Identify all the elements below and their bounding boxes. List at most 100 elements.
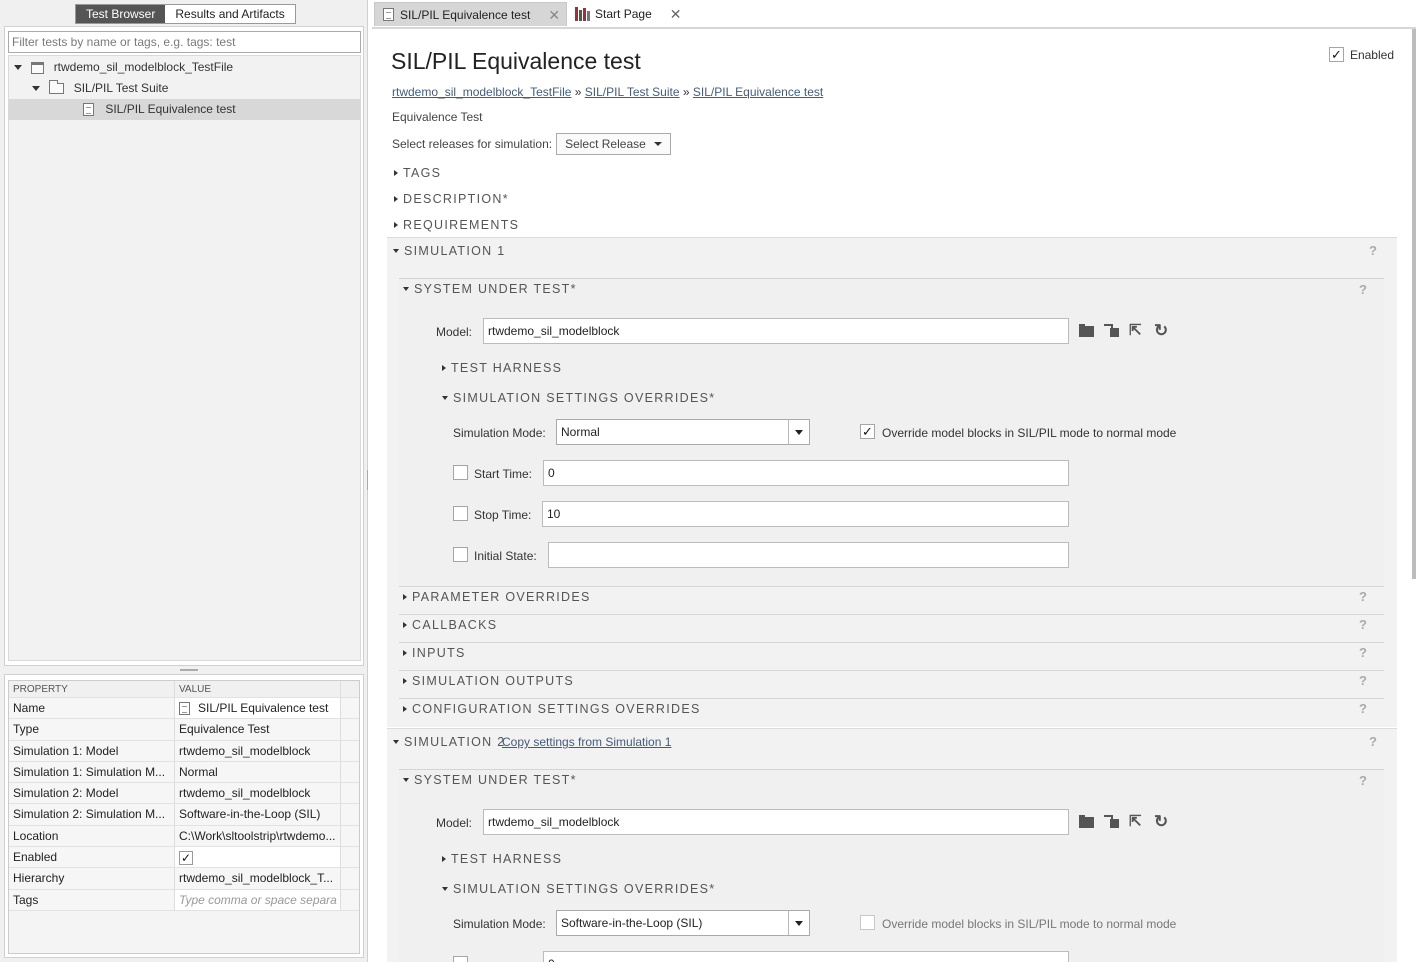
section-label: SYSTEM UNDER TEST* (414, 282, 577, 296)
help-icon[interactable]: ? (1359, 282, 1367, 297)
override-model-blocks-label: Override model blocks in SIL/PIL mode to… (882, 917, 1177, 931)
section-test-harness[interactable]: TEST HARNESS (442, 852, 562, 866)
start-time-label: Start Time: (474, 467, 533, 481)
close-icon[interactable]: ✕ (548, 3, 560, 27)
initial-state-checkbox[interactable] (453, 547, 468, 562)
section-label: SIMULATION 1 (404, 244, 506, 258)
section-label: CONFIGURATION SETTINGS OVERRIDES (412, 702, 701, 716)
section-test-harness[interactable]: TEST HARNESS (442, 361, 562, 375)
folder-icon[interactable] (1079, 814, 1094, 829)
help-icon[interactable]: ? (1359, 701, 1367, 716)
section-simulation-2[interactable]: SIMULATION 2 (393, 735, 506, 749)
model-field[interactable]: rtwdemo_sil_modelblock (483, 809, 1069, 835)
tab-equivalence-test[interactable]: SIL/PIL Equivalence test ✕ (374, 2, 568, 27)
close-icon[interactable]: ✕ (670, 2, 682, 26)
test-tree-panel: rtwdemo_sil_modelblock_TestFile SIL/PIL … (4, 26, 364, 666)
section-tags[interactable]: TAGS (394, 166, 441, 180)
section-simulation-1[interactable]: SIMULATION 1 (393, 244, 506, 258)
refresh-icon[interactable]: ↻ (1154, 813, 1169, 830)
section-label: SIMULATION SETTINGS OVERRIDES* (453, 882, 716, 896)
tab-start-page[interactable]: Start Page ✕ (567, 2, 687, 26)
test-tree: rtwdemo_sil_modelblock_TestFile SIL/PIL … (8, 55, 361, 661)
help-icon[interactable]: ? (1359, 673, 1367, 688)
section-requirements[interactable]: REQUIREMENTS (394, 218, 519, 232)
help-icon[interactable]: ? (1369, 734, 1377, 749)
name-value: SIL/PIL Equivalence test (198, 701, 329, 715)
override-model-blocks-checkbox[interactable]: ✓ (860, 424, 875, 439)
section-parameter-overrides[interactable]: PARAMETER OVERRIDES (403, 590, 591, 604)
property-name: Name (9, 698, 175, 719)
start-time-field[interactable]: 0 (543, 951, 1069, 962)
tags-input[interactable]: Type comma or space separa (175, 889, 341, 910)
test-browser-pane: Test Browser Results and Artifacts rtwde… (0, 0, 368, 962)
model-toolbar: ⇱ ↻ (1079, 322, 1169, 339)
simulation-mode-value: Normal (561, 425, 600, 439)
expand-icon[interactable] (32, 86, 40, 92)
model-field[interactable]: rtwdemo_sil_modelblock (483, 318, 1069, 344)
enabled-checkbox[interactable]: ✓ (179, 850, 193, 865)
enabled-toggle[interactable]: ✓ Enabled (1328, 47, 1394, 62)
help-icon[interactable]: ? (1359, 589, 1367, 604)
filter-input[interactable] (8, 31, 361, 53)
refresh-icon[interactable]: ↻ (1154, 322, 1169, 339)
collapse-icon (442, 887, 448, 891)
section-simulation-outputs[interactable]: SIMULATION OUTPUTS (403, 674, 574, 688)
folder-icon[interactable] (1079, 323, 1094, 338)
tree-item-testfile[interactable]: rtwdemo_sil_modelblock_TestFile (9, 57, 360, 78)
open-model-icon[interactable]: ⇱ (1129, 323, 1144, 338)
create-harness-icon[interactable] (1104, 323, 1119, 338)
model-label: Model: (436, 325, 473, 339)
help-icon[interactable]: ? (1359, 773, 1367, 788)
enabled-checkbox[interactable]: ✓ (1328, 47, 1344, 62)
start-time-checkbox[interactable] (453, 956, 468, 962)
property-value: Normal (175, 761, 341, 783)
help-icon[interactable]: ? (1359, 617, 1367, 632)
copy-settings-link[interactable]: Copy settings from Simulation 1 (502, 735, 671, 749)
vertical-splitter-handle[interactable] (367, 470, 370, 490)
simulation-mode-select[interactable]: Software-in-the-Loop (SIL) (556, 910, 810, 936)
section-callbacks[interactable]: CALLBACKS (403, 618, 497, 632)
initial-state-field[interactable] (548, 542, 1069, 568)
document-tab-strip: SIL/PIL Equivalence test ✕ Start Page ✕ (374, 2, 687, 28)
initial-state-label: Initial State: (474, 549, 537, 563)
breadcrumb-link-suite[interactable]: SIL/PIL Test Suite (585, 85, 680, 99)
breadcrumb-link-test[interactable]: SIL/PIL Equivalence test (693, 85, 823, 99)
section-simulation-settings-overrides[interactable]: SIMULATION SETTINGS OVERRIDES* (442, 391, 715, 405)
property-value[interactable]: SIL/PIL Equivalence test (175, 698, 341, 719)
override-model-blocks-checkbox[interactable] (860, 915, 875, 930)
tab-test-browser[interactable]: Test Browser (76, 5, 166, 23)
simulation-2-panel: SIMULATION 2 Copy settings from Simulati… (387, 728, 1397, 962)
start-time-checkbox[interactable] (453, 465, 468, 480)
simulation-mode-select[interactable]: Normal (556, 419, 810, 445)
test-case-icon (179, 702, 190, 716)
start-time-field[interactable]: 0 (543, 460, 1069, 486)
property-value: Software-in-the-Loop (SIL) (175, 804, 341, 825)
pane-splitter-handle[interactable] (180, 669, 198, 671)
stop-time-checkbox[interactable] (453, 506, 468, 521)
create-harness-icon[interactable] (1104, 814, 1119, 829)
breadcrumb-link-testfile[interactable]: rtwdemo_sil_modelblock_TestFile (392, 85, 571, 99)
simulation-mode-value: Software-in-the-Loop (SIL) (561, 916, 703, 930)
section-simulation-settings-overrides[interactable]: SIMULATION SETTINGS OVERRIDES* (442, 882, 715, 896)
scrollbar[interactable] (1412, 29, 1416, 579)
stop-time-field[interactable]: 10 (542, 501, 1069, 527)
select-release-dropdown[interactable]: Select Release (556, 133, 671, 155)
section-description[interactable]: DESCRIPTION* (394, 192, 509, 206)
property-name: Tags (9, 889, 175, 910)
help-icon[interactable]: ? (1369, 243, 1377, 258)
tab-results-and-artifacts[interactable]: Results and Artifacts (165, 5, 295, 23)
section-system-under-test[interactable]: SYSTEM UNDER TEST* (403, 282, 577, 296)
simulation-mode-label: Simulation Mode: (453, 426, 546, 440)
expand-icon (394, 222, 398, 228)
property-value: rtwdemo_sil_modelblock (175, 783, 341, 804)
tree-item-test[interactable]: SIL/PIL Equivalence test (9, 99, 360, 120)
section-system-under-test[interactable]: SYSTEM UNDER TEST* (403, 773, 577, 787)
tree-item-suite[interactable]: SIL/PIL Test Suite (9, 78, 360, 99)
expand-icon[interactable] (14, 65, 22, 71)
chevron-down-icon (788, 911, 809, 935)
section-configuration-settings-overrides[interactable]: CONFIGURATION SETTINGS OVERRIDES (403, 702, 701, 716)
chevron-down-icon (653, 142, 662, 146)
open-model-icon[interactable]: ⇱ (1129, 814, 1144, 829)
help-icon[interactable]: ? (1359, 645, 1367, 660)
section-inputs[interactable]: INPUTS (403, 646, 466, 660)
